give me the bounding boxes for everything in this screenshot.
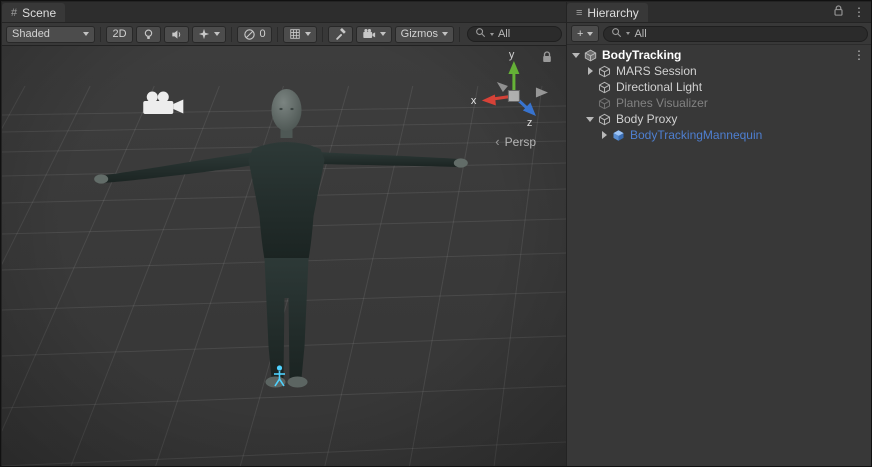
gameobject-cube-icon <box>597 80 612 95</box>
mannequin-right-arm <box>319 152 460 167</box>
hierarchy-toolbar: + All <box>567 23 872 45</box>
camera-settings-dropdown[interactable] <box>356 26 392 43</box>
lighting-toggle-button[interactable] <box>136 26 161 43</box>
add-object-button[interactable]: + <box>571 25 599 42</box>
search-icon <box>475 27 486 41</box>
hierarchy-list-icon: ≡ <box>576 7 582 19</box>
toolbar-separator <box>277 27 278 42</box>
gizmos-dropdown[interactable]: Gizmos <box>395 26 454 43</box>
expand-triangle-icon[interactable] <box>583 67 597 75</box>
mannequin-torso <box>248 142 324 259</box>
hierarchy-search-field[interactable]: All <box>603 26 868 42</box>
editor-tools-button[interactable] <box>328 26 353 43</box>
mannequin-left-hand <box>94 174 108 183</box>
eye-slash-icon <box>243 28 256 41</box>
search-icon <box>611 27 622 41</box>
toolbar-separator <box>459 27 460 42</box>
chevron-down-icon <box>83 32 89 36</box>
mannequin-head <box>271 89 301 131</box>
hidden-count: 0 <box>260 28 266 40</box>
hierarchy-search-value: All <box>634 28 646 40</box>
expand-triangle-icon[interactable] <box>597 131 611 139</box>
mannequin-right-hand <box>454 158 468 167</box>
tab-scene-label: Scene <box>22 6 56 20</box>
chevron-down-icon <box>305 32 311 36</box>
perspective-toggle[interactable]: ‹ Persp <box>495 134 536 149</box>
chevron-down-icon <box>380 32 386 36</box>
effects-star-icon <box>198 28 210 40</box>
scene-visibility-button[interactable]: 0 <box>237 26 272 43</box>
chevron-down-icon <box>490 33 494 36</box>
tab-scene[interactable]: # Scene <box>2 3 65 22</box>
mannequin-left-arm <box>102 152 254 183</box>
tabbar-spacer <box>648 2 826 22</box>
hierarchy-panel: ≡ Hierarchy ⋮ + All <box>567 2 872 466</box>
scene-search-field[interactable]: All <box>467 26 562 42</box>
audio-toggle-button[interactable] <box>164 26 189 43</box>
panel-menu-icon[interactable]: ⋮ <box>853 5 865 19</box>
tree-row-bodytrackingmannequin[interactable]: BodyTrackingMannequin <box>567 127 872 143</box>
tab-hierarchy[interactable]: ≡ Hierarchy <box>567 3 648 22</box>
scene-viewport[interactable]: y x z ‹ Persp <box>2 46 566 466</box>
toolbar-separator <box>100 27 101 42</box>
tabbar-spacer <box>65 2 566 22</box>
persp-caret-icon: ‹ <box>495 134 499 149</box>
tree-row-planes-visualizer[interactable]: Planes Visualizer <box>567 95 872 111</box>
speaker-icon <box>170 28 183 41</box>
chevron-down-icon <box>442 32 448 36</box>
gameobject-cube-icon <box>597 64 612 79</box>
light-bulb-icon <box>142 28 155 41</box>
prefab-cube-icon <box>611 128 626 143</box>
collapse-triangle-icon[interactable] <box>569 53 583 58</box>
effects-dropdown-button[interactable] <box>192 26 226 43</box>
mannequin[interactable] <box>94 89 468 388</box>
tree-row-bodytracking[interactable]: BodyTracking ⋮ <box>567 47 872 63</box>
gameobject-cube-icon <box>597 112 612 127</box>
tools-icon <box>334 28 347 41</box>
viewport-lock-icon[interactable] <box>541 51 553 67</box>
tree-row-body-proxy[interactable]: Body Proxy <box>567 111 872 127</box>
scene-3d-canvas: y x z <box>2 46 566 466</box>
hierarchy-tree: BodyTracking ⋮ MARS Session Directional … <box>567 45 872 466</box>
grid-icon <box>289 28 301 40</box>
tree-row-mars-session[interactable]: MARS Session <box>567 63 872 79</box>
tab-hierarchy-label: Hierarchy <box>587 6 638 20</box>
chevron-down-icon <box>587 32 593 36</box>
scene-tabbar: # Scene <box>2 2 566 23</box>
toolbar-separator <box>231 27 232 42</box>
scene-camera-gizmo[interactable] <box>143 92 183 115</box>
axis-y-label: y <box>509 49 515 61</box>
shading-mode-dropdown[interactable]: Shaded <box>6 26 95 43</box>
axis-orientation-gizmo[interactable]: y x z <box>471 49 548 129</box>
tree-row-directional-light[interactable]: Directional Light <box>567 79 872 95</box>
axis-z-label: z <box>527 117 533 129</box>
2d-toggle-button[interactable]: 2D <box>106 26 132 43</box>
axis-x-label: x <box>471 95 477 107</box>
mannequin-legs <box>264 258 308 378</box>
collapse-triangle-icon[interactable] <box>583 117 597 122</box>
hierarchy-tabbar: ≡ Hierarchy ⋮ <box>567 2 872 23</box>
chevron-down-icon <box>626 32 630 35</box>
scene-toolbar: Shaded 2D 0 <box>2 23 566 46</box>
scene-search-value: All <box>498 28 510 40</box>
scene-context-menu-icon[interactable]: ⋮ <box>850 48 868 62</box>
scene-grid-icon: # <box>11 7 17 19</box>
unity-editor-window: # Scene Shaded 2D <box>0 0 872 467</box>
camera-icon <box>362 28 376 40</box>
gameobject-cube-icon <box>597 96 612 111</box>
toolbar-separator <box>322 27 323 42</box>
mannequin-right-shoe <box>288 377 308 388</box>
unity-scene-icon <box>583 48 598 63</box>
grid-snap-dropdown[interactable] <box>283 26 317 43</box>
lock-icon[interactable] <box>833 5 844 20</box>
scene-panel: # Scene Shaded 2D <box>2 2 566 466</box>
chevron-down-icon <box>214 32 220 36</box>
